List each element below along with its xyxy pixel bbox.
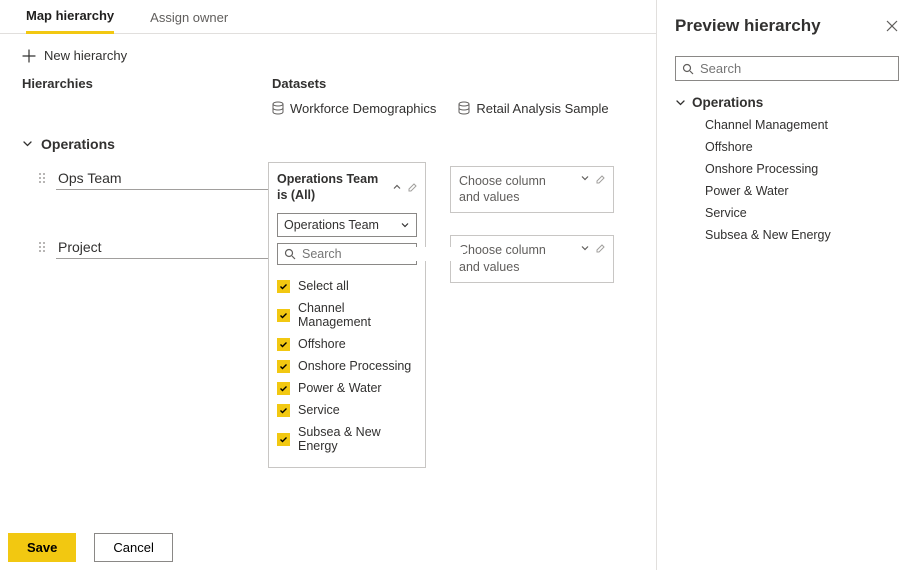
checkbox-checked-icon: [277, 360, 290, 373]
dataset-item[interactable]: Retail Analysis Sample: [458, 101, 608, 116]
column-headers: Hierarchies Datasets: [0, 76, 656, 95]
plus-icon: [22, 49, 36, 63]
column-values-dropdown: Operations Team is (All) Operations Team: [268, 162, 426, 469]
tab-map-hierarchy[interactable]: Map hierarchy: [26, 0, 114, 34]
section-operations[interactable]: Operations: [22, 132, 634, 166]
dropdown-search-input[interactable]: [302, 247, 463, 261]
search-icon: [682, 63, 694, 75]
chevron-up-icon[interactable]: [392, 182, 402, 192]
option-item[interactable]: Channel Management: [277, 297, 417, 333]
dataset-item[interactable]: Workforce Demographics: [272, 101, 436, 116]
eraser-icon[interactable]: [406, 181, 417, 192]
column-select[interactable]: Operations Team: [277, 213, 417, 237]
option-label: Select all: [298, 279, 349, 293]
option-label: Channel Management: [298, 301, 417, 329]
chevron-down-icon: [400, 220, 410, 230]
new-hierarchy-label: New hierarchy: [44, 48, 127, 63]
option-item[interactable]: Service: [277, 399, 417, 421]
datasets-row: Workforce Demographics Retail Analysis S…: [0, 95, 656, 126]
preview-tree-item[interactable]: Channel Management: [705, 114, 899, 136]
option-label: Offshore: [298, 337, 346, 351]
option-item[interactable]: Offshore: [277, 333, 417, 355]
option-item[interactable]: Subsea & New Energy: [277, 421, 417, 457]
tab-bar: Map hierarchy Assign owner: [0, 0, 656, 34]
checkbox-checked-icon: [277, 382, 290, 395]
close-icon[interactable]: [885, 19, 899, 33]
preview-tree-item[interactable]: Onshore Processing: [705, 158, 899, 180]
dropdown-search[interactable]: [277, 243, 417, 265]
section-title-text: Operations: [41, 136, 115, 152]
chevron-down-icon: [580, 173, 590, 183]
chevron-down-icon: [22, 138, 33, 149]
preview-tree-item[interactable]: Subsea & New Energy: [705, 224, 899, 246]
eraser-icon[interactable]: [594, 242, 605, 253]
dataset-label: Retail Analysis Sample: [476, 101, 608, 116]
search-icon: [284, 248, 296, 260]
column-selector[interactable]: Choose column and values: [450, 166, 614, 214]
eraser-icon[interactable]: [594, 173, 605, 184]
column-select-value: Operations Team: [284, 218, 379, 232]
option-item[interactable]: Onshore Processing: [277, 355, 417, 377]
dataset-icon: [458, 101, 470, 115]
dropdown-options: Select all Channel Management Offshore O…: [269, 273, 425, 467]
option-label: Subsea & New Energy: [298, 425, 417, 453]
datasets-header: Datasets: [272, 76, 634, 91]
chevron-down-icon: [675, 97, 686, 108]
drag-handle-icon[interactable]: [38, 172, 46, 184]
option-label: Power & Water: [298, 381, 382, 395]
hierarchies-header: Hierarchies: [22, 76, 272, 91]
dropdown-header: Operations Team is (All): [277, 171, 385, 204]
preview-title: Preview hierarchy: [675, 16, 821, 36]
checkbox-checked-icon: [277, 433, 290, 446]
dataset-label: Workforce Demographics: [290, 101, 436, 116]
checkbox-checked-icon: [277, 338, 290, 351]
hierarchy-level-input[interactable]: Ops Team: [56, 166, 272, 190]
preview-tree-item[interactable]: Offshore: [705, 136, 899, 158]
checkbox-checked-icon: [277, 280, 290, 293]
preview-root-label: Operations: [692, 95, 763, 110]
dataset-icon: [272, 101, 284, 115]
hierarchy-level-input[interactable]: Project: [56, 235, 272, 259]
cancel-button[interactable]: Cancel: [94, 533, 172, 562]
preview-search[interactable]: [675, 56, 899, 81]
option-select-all[interactable]: Select all: [277, 275, 417, 297]
column-selector[interactable]: Choose column and values: [450, 235, 614, 283]
preview-search-input[interactable]: [700, 61, 892, 76]
column-selector-placeholder: Choose column and values: [459, 173, 569, 207]
new-hierarchy-button[interactable]: New hierarchy: [22, 48, 127, 63]
tab-assign-owner[interactable]: Assign owner: [150, 2, 228, 33]
option-item[interactable]: Power & Water: [277, 377, 417, 399]
preview-tree-root[interactable]: Operations: [675, 91, 899, 114]
option-label: Onshore Processing: [298, 359, 411, 373]
option-label: Service: [298, 403, 340, 417]
checkbox-checked-icon: [277, 404, 290, 417]
column-selector-placeholder: Choose column and values: [459, 242, 569, 276]
preview-tree-item[interactable]: Power & Water: [705, 180, 899, 202]
drag-handle-icon[interactable]: [38, 241, 46, 253]
save-button[interactable]: Save: [8, 533, 76, 562]
chevron-down-icon: [580, 243, 590, 253]
preview-tree-item[interactable]: Service: [705, 202, 899, 224]
checkbox-checked-icon: [277, 309, 290, 322]
